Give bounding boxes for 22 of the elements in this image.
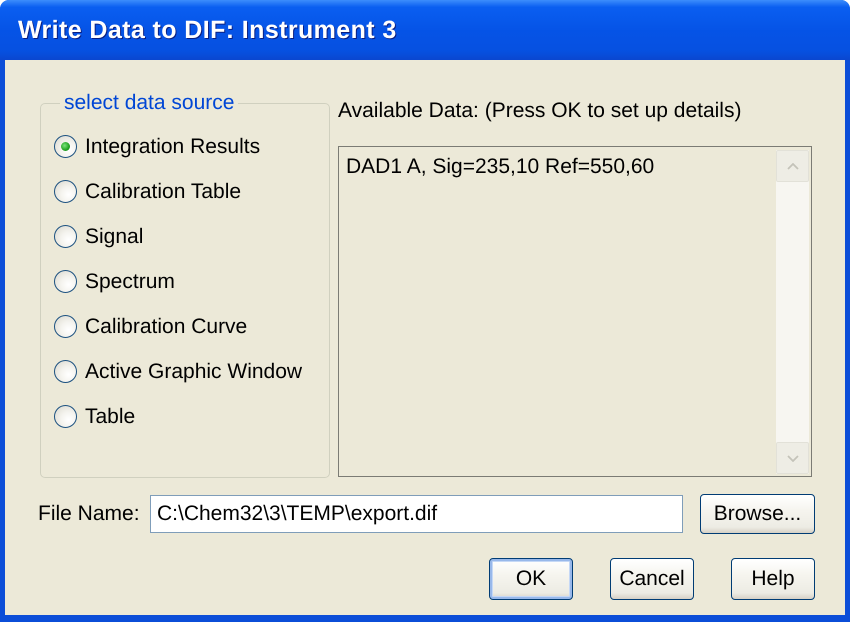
radio-option[interactable]: Spectrum xyxy=(54,259,325,304)
window-title: Write Data to DIF: Instrument 3 xyxy=(18,16,397,44)
radio-option[interactable]: Calibration Table xyxy=(54,169,325,214)
radio-option[interactable]: Active Graphic Window xyxy=(54,349,325,394)
browse-button[interactable]: Browse... xyxy=(700,494,815,534)
file-name-label: File Name: xyxy=(38,502,141,526)
dialog-button[interactable]: Help xyxy=(731,558,815,600)
radio-option[interactable]: Integration Results xyxy=(54,124,325,169)
available-data-label: Available Data: (Press OK to set up details) xyxy=(338,99,742,123)
scroll-down-button[interactable] xyxy=(776,442,809,474)
list-item[interactable]: DAD1 A, Sig=235,10 Ref=550,60 xyxy=(346,154,654,180)
scroll-up-button[interactable] xyxy=(776,150,809,182)
dialog-button[interactable]: Cancel xyxy=(610,558,694,600)
radio-option[interactable]: Table xyxy=(54,394,325,439)
file-name-field[interactable]: C:\Chem32\3\TEMP\export.dif xyxy=(150,494,683,532)
data-list-box[interactable]: DAD1 A, Sig=235,10 Ref=550,60 xyxy=(338,146,812,477)
radio-option[interactable]: Calibration Curve xyxy=(54,304,325,349)
group-label: select data source xyxy=(63,92,236,114)
dialog-button[interactable]: OK xyxy=(489,558,573,600)
caret-up-icon xyxy=(786,162,798,170)
caret-down-icon xyxy=(786,454,798,462)
radio-option[interactable]: Signal xyxy=(54,214,325,259)
